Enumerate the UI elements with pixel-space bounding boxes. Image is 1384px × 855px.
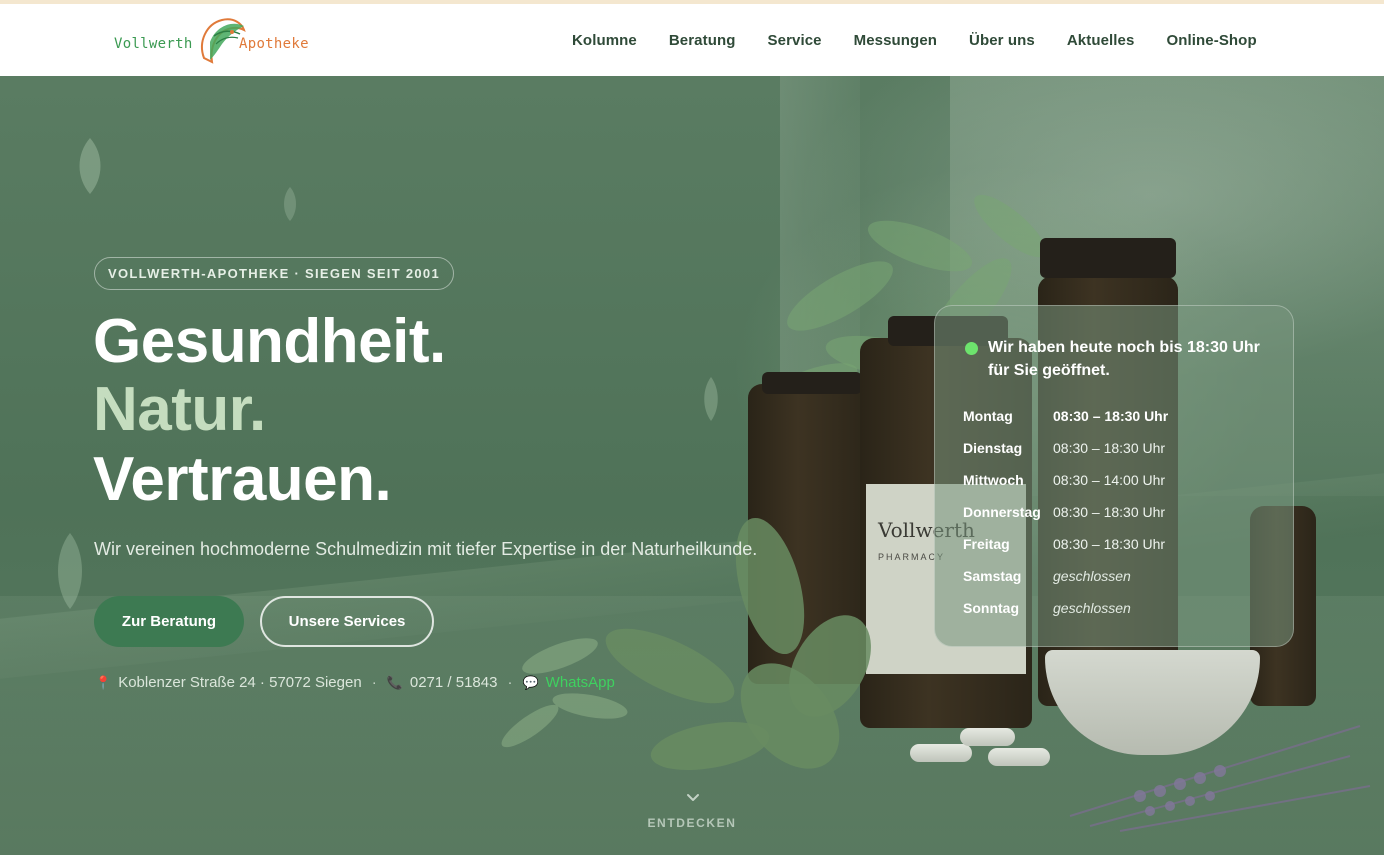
address-text: Koblenzer Straße 24 · 57072 Siegen: [118, 674, 362, 691]
scroll-hint[interactable]: ENTDECKEN: [0, 816, 1384, 830]
leaf-decoration-icon: [79, 138, 101, 194]
hours-time: 08:30 – 18:30 Uhr: [1053, 440, 1166, 456]
hours-time: 08:30 – 18:30 Uhr: [1053, 536, 1166, 552]
hours-row: Samstag geschlossen: [963, 560, 1273, 592]
separator: ·: [507, 674, 513, 691]
hours-day: Sonntag: [963, 600, 1019, 616]
hours-day: Freitag: [963, 536, 1010, 552]
hours-row: Donnerstag 08:30 – 18:30 Uhr: [963, 496, 1273, 528]
main-nav: Kolumne Beratung Service Messungen Über …: [556, 4, 1273, 76]
phone-icon: 📞: [386, 674, 403, 690]
hours-time: 08:30 – 18:30 Uhr: [1053, 504, 1166, 520]
hours-time: geschlossen: [1053, 568, 1131, 584]
bottle-small-cap: [762, 372, 862, 394]
nav-item-messungen[interactable]: Messungen: [838, 32, 953, 49]
separator: ·: [371, 674, 377, 691]
lavender-decoration: [1069, 725, 1371, 832]
opening-hours-card: Wir haben heute noch bis 18:30 Uhr für S…: [934, 305, 1294, 647]
nav-item-kolumne[interactable]: Kolumne: [556, 32, 653, 49]
hours-day: Dienstag: [963, 440, 1023, 456]
hours-day: Montag: [963, 408, 1013, 424]
headline-line-2: Natur.: [93, 375, 266, 444]
hours-row: Dienstag 08:30 – 18:30 Uhr: [963, 432, 1273, 464]
opening-hours-table: Montag 08:30 – 18:30 Uhr Dienstag 08:30 …: [963, 400, 1273, 624]
logo[interactable]: Vollwerth Apotheke: [112, 12, 322, 72]
chat-bubble-icon: 💬: [522, 674, 539, 690]
leaf-decoration-icon: [58, 533, 82, 609]
pill-capsule: [988, 748, 1050, 766]
hero-section: Vollwerth PHARMACY VOLLWERTH-APOTHEKE · …: [0, 76, 1384, 855]
contact-line: 📍 Koblenzer Straße 24 · 57072 Siegen · 📞…: [95, 674, 615, 691]
hours-day: Mittwoch: [963, 472, 1024, 488]
hero-badge-text: VOLLWERTH-APOTHEKE · SIEGEN SEIT 2001: [108, 266, 440, 281]
nav-item-online-shop[interactable]: Online-Shop: [1150, 32, 1272, 49]
bottle-tall-cap: [1040, 238, 1176, 278]
hours-row: Mittwoch 08:30 – 14:00 Uhr: [963, 464, 1273, 496]
pill-capsule: [910, 744, 972, 762]
hours-row: Freitag 08:30 – 18:30 Uhr: [963, 528, 1273, 560]
hours-row: Montag 08:30 – 18:30 Uhr: [963, 400, 1273, 432]
open-status-dot: [965, 342, 978, 355]
nav-item-beratung[interactable]: Beratung: [653, 32, 752, 49]
headline-line-1: Gesundheit.: [93, 307, 446, 376]
leaf-decoration-icon: [704, 377, 718, 421]
nav-item-ueber-uns[interactable]: Über uns: [953, 32, 1051, 49]
site-header: Vollwerth Apotheke Kolumne Beratung Serv…: [0, 4, 1384, 76]
hours-day: Donnerstag: [963, 504, 1041, 520]
nav-item-aktuelles[interactable]: Aktuelles: [1051, 32, 1151, 49]
pill-capsule: [960, 728, 1015, 746]
services-button[interactable]: Unsere Services: [260, 596, 434, 647]
hours-row: Sonntag geschlossen: [963, 592, 1273, 624]
hours-day: Samstag: [963, 568, 1022, 584]
hours-time: 08:30 – 14:00 Uhr: [1053, 472, 1166, 488]
consultation-button[interactable]: Zur Beratung: [94, 596, 244, 647]
chevron-down-icon[interactable]: [686, 791, 700, 805]
hero-badge: VOLLWERTH-APOTHEKE · SIEGEN SEIT 2001: [94, 257, 454, 290]
open-status-text: Wir haben heute noch bis 18:30 Uhr für S…: [988, 339, 1260, 379]
hours-time: 08:30 – 18:30 Uhr: [1053, 408, 1169, 424]
whatsapp-link[interactable]: WhatsApp: [546, 674, 615, 691]
leaf-decoration-icon: [284, 187, 296, 221]
hero-subline: Wir vereinen hochmoderne Schulmedizin mi…: [94, 539, 758, 559]
logo-word-left: Vollwerth: [114, 36, 193, 52]
nav-item-service[interactable]: Service: [752, 32, 838, 49]
pin-icon: 📍: [95, 674, 112, 690]
headline-line-3: Vertrauen.: [93, 445, 392, 514]
phone-link[interactable]: 0271 / 51843: [410, 674, 498, 691]
logo-word-right: Apotheke: [239, 36, 309, 52]
hours-time: geschlossen: [1053, 600, 1131, 616]
